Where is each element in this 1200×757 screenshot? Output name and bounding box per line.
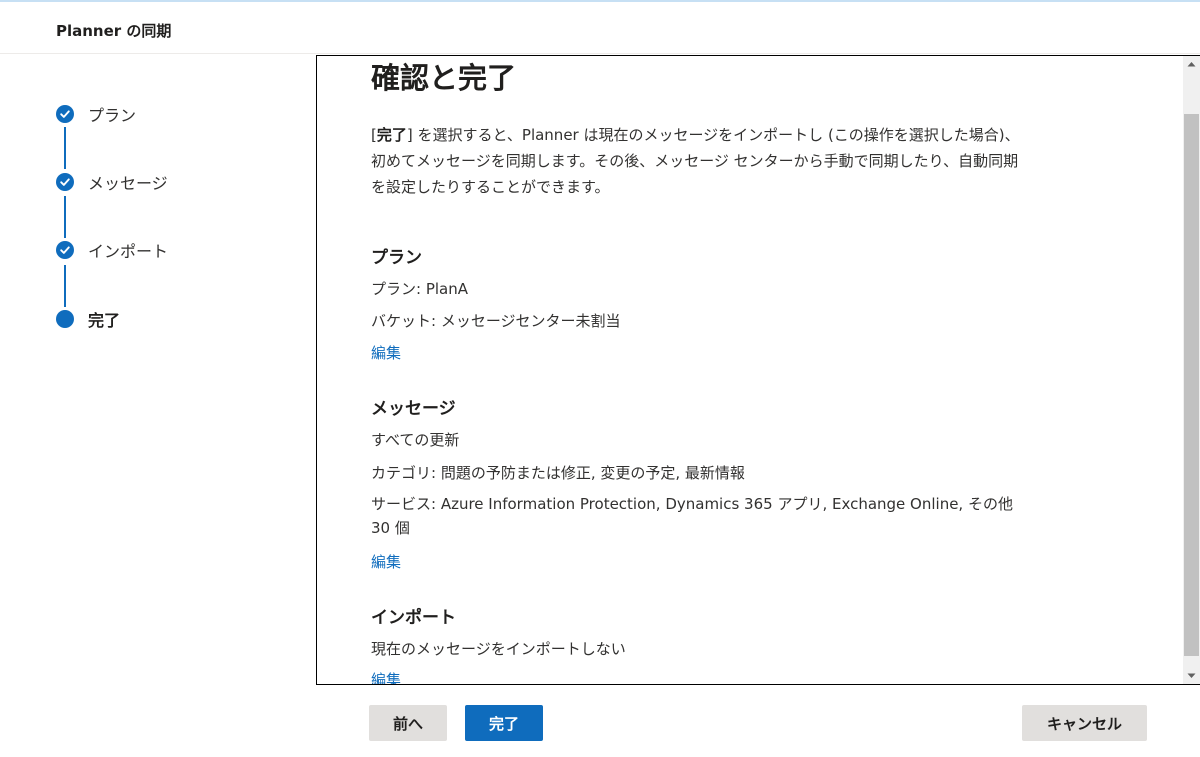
dialog-header: Planner の同期: [0, 2, 1200, 54]
page-title: 確認と完了: [371, 61, 517, 95]
step-label: インポート: [88, 242, 169, 261]
edit-plan-link[interactable]: 編集: [371, 342, 401, 363]
dialog-title: Planner の同期: [56, 22, 172, 40]
section-heading-plan: プラン: [371, 248, 422, 268]
step-label-current: 完了: [88, 311, 121, 330]
step-label: メッセージ: [88, 174, 168, 193]
cancel-button[interactable]: キャンセル: [1022, 705, 1147, 741]
step-connector: [64, 265, 66, 307]
import-setting-line: 現在のメッセージをインポートしない: [371, 640, 626, 658]
current-step-dot-icon: [56, 310, 74, 328]
dialog-footer: 前へ 完了 キャンセル: [0, 685, 1200, 757]
edit-messages-link[interactable]: 編集: [371, 551, 401, 572]
step-finish: 完了: [56, 308, 120, 330]
step-plan[interactable]: プラン: [56, 103, 136, 125]
intro-rest: ] を選択すると、Planner は現在のメッセージをインポートし (この操作を…: [371, 126, 1020, 196]
back-button[interactable]: 前へ: [369, 705, 447, 741]
section-heading-import: インポート: [371, 608, 456, 628]
step-label: プラン: [88, 106, 137, 125]
edit-import-link[interactable]: 編集: [371, 669, 401, 684]
categories-line: カテゴリ: 問題の予防または修正, 変更の予定, 最新情報: [371, 464, 745, 482]
scrollbar-thumb[interactable]: [1184, 114, 1199, 656]
scroll-up-arrow-icon[interactable]: [1183, 56, 1200, 72]
checkmark-icon: [56, 241, 74, 259]
checkmark-icon: [56, 105, 74, 123]
step-connector: [64, 196, 66, 238]
finish-button[interactable]: 完了: [465, 705, 543, 741]
scroll-down-arrow-icon[interactable]: [1183, 668, 1200, 684]
all-updates-line: すべての更新: [371, 431, 460, 449]
step-messages[interactable]: メッセージ: [56, 171, 168, 193]
wizard-stepper: プラン メッセージ インポート 完了: [0, 55, 316, 685]
review-content-panel[interactable]: 確認と完了 [完了] を選択すると、Planner は現在のメッセージをインポー…: [316, 55, 1200, 685]
intro-text: [完了] を選択すると、Planner は現在のメッセージをインポートし (この…: [371, 122, 1031, 200]
bucket-line: バケット: メッセージセンター未割当: [371, 312, 621, 330]
step-connector: [64, 127, 66, 169]
checkmark-icon: [56, 173, 74, 191]
step-import[interactable]: インポート: [56, 239, 168, 261]
section-heading-messages: メッセージ: [371, 399, 456, 419]
vertical-scrollbar[interactable]: [1183, 56, 1200, 684]
plan-name-line: プラン: PlanA: [371, 280, 468, 298]
services-line: サービス: Azure Information Protection, Dyna…: [371, 495, 1013, 537]
intro-bold-finish: 完了: [376, 126, 407, 144]
